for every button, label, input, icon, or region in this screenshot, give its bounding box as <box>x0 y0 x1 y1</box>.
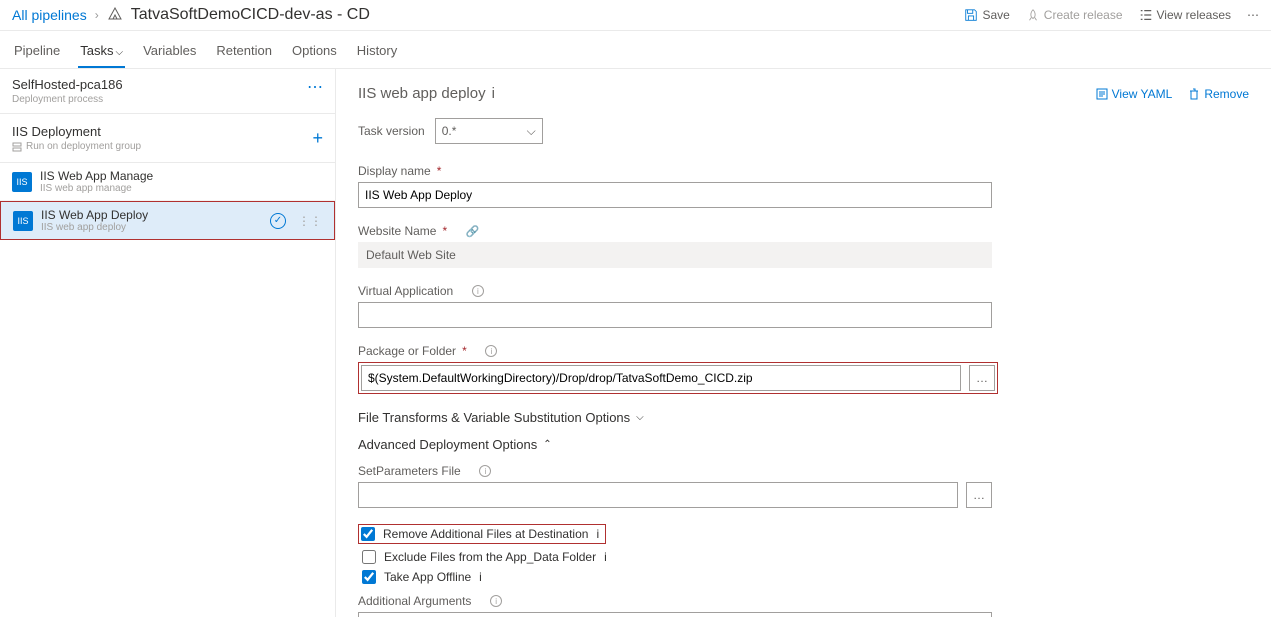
task-version-label: Task version <box>358 124 425 138</box>
yaml-icon <box>1096 88 1108 100</box>
iis-icon: IIS <box>13 211 33 231</box>
info-icon[interactable]: i <box>492 85 495 102</box>
task-item-manage[interactable]: IIS IIS Web App Manage IIS web app manag… <box>0 163 335 201</box>
info-icon[interactable]: i <box>472 285 484 297</box>
info-icon[interactable]: i <box>490 595 502 607</box>
section-transforms[interactable]: File Transforms & Variable Substitution … <box>358 410 1249 425</box>
top-actions: Save Create release View releases ⋯ <box>964 8 1259 22</box>
sidebar: SelfHosted-pca186 Deployment process ⋯ I… <box>0 69 336 617</box>
group-title: IIS Deployment <box>12 124 141 139</box>
take-offline-label: Take App Offline <box>384 570 471 584</box>
chevron-up-icon: ⌃ <box>543 439 551 450</box>
rocket-icon <box>1026 8 1040 22</box>
chevron-down-icon: ⌵ <box>636 412 644 423</box>
create-release-button[interactable]: Create release <box>1026 8 1123 22</box>
sidebar-agent-header[interactable]: SelfHosted-pca186 Deployment process ⋯ <box>0 69 335 114</box>
more-menu-button[interactable]: ⋯ <box>1247 8 1259 22</box>
page-title: TatvaSoftDemoCICD-dev-as - CD <box>131 6 370 24</box>
agent-subtitle: Deployment process <box>12 94 123 105</box>
sidebar-group[interactable]: IIS Deployment Run on deployment group + <box>0 114 335 163</box>
iis-icon: IIS <box>12 172 32 192</box>
info-icon[interactable]: i <box>604 550 607 564</box>
virtual-app-label: Virtual Application <box>358 284 453 298</box>
additional-args-input[interactable] <box>358 612 992 617</box>
chevron-down-icon: ⌵ <box>116 47 124 58</box>
view-yaml-button[interactable]: View YAML <box>1096 87 1173 101</box>
info-icon[interactable]: i <box>479 465 491 477</box>
deploy-icon <box>107 7 123 24</box>
link-icon[interactable]: 🔗 <box>466 225 480 238</box>
package-label: Package or Folder <box>358 344 456 358</box>
agent-title: SelfHosted-pca186 <box>12 77 123 92</box>
remove-additional-label: Remove Additional Files at Destination <box>383 527 588 541</box>
tab-options[interactable]: Options <box>290 35 339 68</box>
list-icon <box>1139 8 1153 22</box>
virtual-app-input[interactable] <box>358 302 992 328</box>
check-icon: ✓ <box>270 213 286 229</box>
trash-icon <box>1188 88 1200 100</box>
setparams-input[interactable] <box>358 482 958 508</box>
breadcrumb-root-link[interactable]: All pipelines <box>12 7 87 23</box>
tab-history[interactable]: History <box>355 35 399 68</box>
add-task-button[interactable]: + <box>312 128 323 149</box>
detail-title: IIS web app deploy i <box>358 85 495 102</box>
tab-variables[interactable]: Variables <box>141 35 198 68</box>
browse-package-button[interactable]: … <box>969 365 995 391</box>
remove-button[interactable]: Remove <box>1188 87 1249 101</box>
browse-setparams-button[interactable]: … <box>966 482 992 508</box>
setparams-label: SetParameters File <box>358 464 461 478</box>
chevron-down-icon: ⌵ <box>527 124 536 139</box>
exclude-appdata-checkbox[interactable] <box>362 550 376 564</box>
tab-tasks[interactable]: Tasks⌵ <box>78 35 125 68</box>
save-button[interactable]: Save <box>964 8 1009 22</box>
detail-panel: IIS web app deploy i View YAML Remove Ta… <box>336 69 1271 617</box>
info-icon[interactable]: i <box>479 570 482 584</box>
task-item-deploy[interactable]: IIS IIS Web App Deploy IIS web app deplo… <box>0 201 335 240</box>
website-name-label: Website Name <box>358 224 436 238</box>
info-icon[interactable]: i <box>596 527 599 541</box>
tab-bar: Pipeline Tasks⌵ Variables Retention Opti… <box>0 31 1271 69</box>
breadcrumb-separator: › <box>95 8 99 22</box>
display-name-input[interactable] <box>358 182 992 208</box>
server-icon <box>12 142 22 152</box>
package-input[interactable] <box>361 365 961 391</box>
agent-more-button[interactable]: ⋯ <box>307 77 323 97</box>
task-version-select[interactable]: 0.* ⌵ <box>435 118 543 144</box>
save-icon <box>964 8 978 22</box>
view-releases-button[interactable]: View releases <box>1139 8 1231 22</box>
additional-args-label: Additional Arguments <box>358 594 471 608</box>
section-advanced[interactable]: Advanced Deployment Options ⌃ <box>358 437 1249 452</box>
exclude-appdata-label: Exclude Files from the App_Data Folder <box>384 550 596 564</box>
breadcrumb: All pipelines › TatvaSoftDemoCICD-dev-as… <box>12 6 370 24</box>
tab-pipeline[interactable]: Pipeline <box>12 35 62 68</box>
tab-retention[interactable]: Retention <box>214 35 274 68</box>
display-name-label: Display name <box>358 164 431 178</box>
info-icon[interactable]: i <box>485 345 497 357</box>
drag-handle-icon[interactable]: ⋮⋮ <box>298 214 322 228</box>
take-offline-checkbox[interactable] <box>362 570 376 584</box>
group-subtitle: Run on deployment group <box>12 141 141 152</box>
remove-additional-checkbox[interactable] <box>361 527 375 541</box>
website-name-value: Default Web Site <box>358 242 992 268</box>
